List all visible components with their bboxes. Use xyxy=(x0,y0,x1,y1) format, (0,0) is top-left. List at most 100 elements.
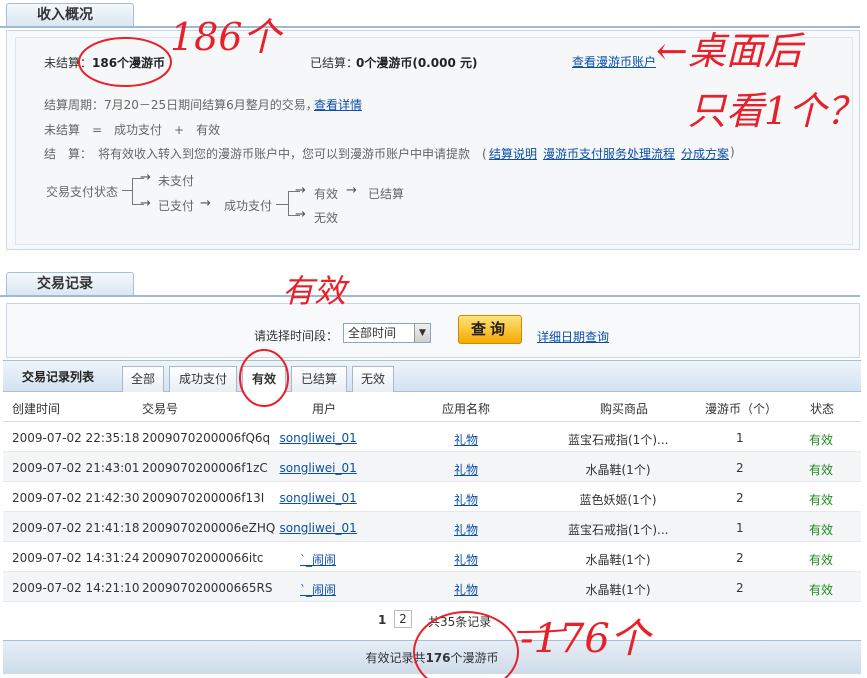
pager-page-2[interactable]: 2 xyxy=(394,610,412,628)
cell-item: 水晶鞋(1个) xyxy=(585,463,651,477)
cell-user-link[interactable]: `_闹闹 xyxy=(300,551,336,568)
cell-item: 蓝宝石戒指(1个)... xyxy=(568,523,669,537)
cell-app-link[interactable]: 礼物 xyxy=(454,551,478,568)
cell-user-link[interactable]: songliwei_01 xyxy=(280,521,357,535)
cell-app-link[interactable]: 礼物 xyxy=(454,521,478,538)
section-divider xyxy=(0,295,860,297)
tab-income-overview[interactable]: 收入概况 xyxy=(6,3,134,27)
note-valid: 有效 xyxy=(282,272,347,310)
flow-success: 成功支付 xyxy=(224,199,273,213)
flow-connector xyxy=(122,190,132,191)
cell-user-link[interactable]: songliwei_01 xyxy=(280,461,357,475)
settlement-explanation-link[interactable]: 结算说明 xyxy=(489,145,537,162)
arrow-right-icon: → xyxy=(295,183,306,198)
view-details-link[interactable]: 查看详情 xyxy=(314,96,362,113)
footer-suffix: 个漫游币 xyxy=(450,651,499,665)
arrow-right-icon: → xyxy=(346,183,357,198)
tab-valid[interactable]: 有效 xyxy=(242,366,286,393)
note-desktop: ←桌面后 xyxy=(656,29,802,73)
flow-paid: 已支付 xyxy=(158,199,195,213)
summary-footer: 有效记录共176个漫游币 xyxy=(3,640,861,674)
footer-prefix: 有效记录共 xyxy=(365,651,426,665)
tab-transaction-records[interactable]: 交易记录 xyxy=(6,272,134,296)
formula-text: 未结算 = 成功支付 + 有效 xyxy=(44,123,221,137)
cell-transaction-id: 2009070200006f13I xyxy=(142,491,265,505)
cell-time: 2009-07-02 21:42:30 xyxy=(12,491,140,505)
cell-app-link[interactable]: 礼物 xyxy=(454,491,478,508)
tab-invalid[interactable]: 无效 xyxy=(352,366,394,392)
arrow-right-icon: → xyxy=(140,196,151,211)
cell-time: 2009-07-02 14:21:10 xyxy=(12,581,140,595)
cell-coins: 1 xyxy=(736,431,744,445)
flow-connector xyxy=(132,178,133,204)
tab-all[interactable]: 全部 xyxy=(122,366,164,392)
cell-coins: 1 xyxy=(736,521,744,535)
pager-total: 共35条记录 xyxy=(428,615,492,629)
col-item: 购买商品 xyxy=(600,402,649,416)
flow-invalid: 无效 xyxy=(314,211,339,225)
chevron-down-icon[interactable]: ▼ xyxy=(414,324,430,342)
cell-item: 蓝色妖姬(1个) xyxy=(579,493,657,507)
cell-time: 2009-07-02 21:41:18 xyxy=(12,521,140,535)
cell-app-link[interactable]: 礼物 xyxy=(454,581,478,598)
note-176: -176个 xyxy=(520,616,650,662)
tab-settled[interactable]: 已结算 xyxy=(291,366,347,392)
arrow-right-icon: → xyxy=(295,207,306,222)
arrow-right-icon: → xyxy=(140,170,151,185)
payment-process-link[interactable]: 漫游币支付服务处理流程 xyxy=(543,145,675,162)
cell-transaction-id: 20090702000066itc xyxy=(142,551,264,565)
settlement-cycle-text: 结算周期：7月20－25日期间结算6月整月的交易， xyxy=(44,98,318,112)
flow-unpaid: 未支付 xyxy=(158,174,195,188)
period-select[interactable]: 全部时间 ▼ xyxy=(343,323,431,343)
flow-label: 交易支付状态 xyxy=(46,185,119,199)
tab-success-paid[interactable]: 成功支付 xyxy=(169,366,237,392)
settled-label: 已结算： xyxy=(310,56,359,70)
cell-time: 2009-07-02 21:43:01 xyxy=(12,461,140,475)
settled-value: 0个漫游币(0.000 元) xyxy=(356,56,478,70)
note-186: 186个 xyxy=(170,15,281,59)
revenue-share-link[interactable]: 分成方案 xyxy=(681,145,729,162)
cell-transaction-id: 2009070200006fQ6q xyxy=(142,431,271,445)
settlement-description: 结 算： 将有效收入转入到您的漫游币账户中，您可以到漫游币账户中申请提款 ( xyxy=(44,147,487,161)
query-button[interactable]: 查询 xyxy=(458,315,522,344)
cell-status: 有效 xyxy=(809,493,834,507)
cell-status: 有效 xyxy=(809,433,834,447)
view-coin-account-link[interactable]: 查看漫游币账户 xyxy=(572,53,656,70)
col-app-name: 应用名称 xyxy=(442,402,491,416)
cell-status: 有效 xyxy=(809,523,834,537)
cell-user-link[interactable]: songliwei_01 xyxy=(280,431,357,445)
cell-transaction-id: 2009070200006f1zC xyxy=(142,461,268,475)
cell-time: 2009-07-02 14:31:24 xyxy=(12,551,140,565)
detailed-date-query-link[interactable]: 详细日期查询 xyxy=(537,328,609,345)
period-selected-value: 全部时间 xyxy=(348,326,397,340)
col-coins: 漫游币（个） xyxy=(705,402,778,416)
cell-time: 2009-07-02 22:35:18 xyxy=(12,431,140,445)
cell-coins: 2 xyxy=(736,581,744,595)
col-created-time: 创建时间 xyxy=(12,402,61,416)
cell-coins: 2 xyxy=(736,461,744,475)
list-title: 交易记录列表 xyxy=(22,370,95,384)
cell-item: 水晶鞋(1个) xyxy=(585,583,651,597)
flow-settled: 已结算 xyxy=(368,187,405,201)
footer-count: 176 xyxy=(425,651,451,665)
cell-status: 有效 xyxy=(809,553,834,567)
settlement-close-paren: ) xyxy=(730,145,735,159)
cell-app-link[interactable]: 礼物 xyxy=(454,461,478,478)
cell-coins: 2 xyxy=(736,551,744,565)
note-only-one: 只看1个？ xyxy=(688,89,865,133)
cell-user-link[interactable]: `_闹闹 xyxy=(300,581,336,598)
flow-connector xyxy=(276,204,288,205)
cell-app-link[interactable]: 礼物 xyxy=(454,431,478,448)
flow-valid: 有效 xyxy=(314,187,339,201)
cell-item: 蓝宝石戒指(1个)... xyxy=(568,433,669,447)
unsettled-value: 186个漫游币 xyxy=(92,56,166,70)
unsettled-label: 未结算： xyxy=(44,56,93,70)
cell-item: 水晶鞋(1个) xyxy=(585,553,651,567)
cell-status: 有效 xyxy=(809,583,834,597)
cell-transaction-id: 2009070200006eZHQ xyxy=(142,521,276,535)
cell-status: 有效 xyxy=(809,463,834,477)
arrow-right-icon: → xyxy=(200,196,211,211)
pager-current-page: 1 xyxy=(378,613,387,627)
col-user: 用户 xyxy=(312,402,337,416)
cell-user-link[interactable]: songliwei_01 xyxy=(280,491,357,505)
